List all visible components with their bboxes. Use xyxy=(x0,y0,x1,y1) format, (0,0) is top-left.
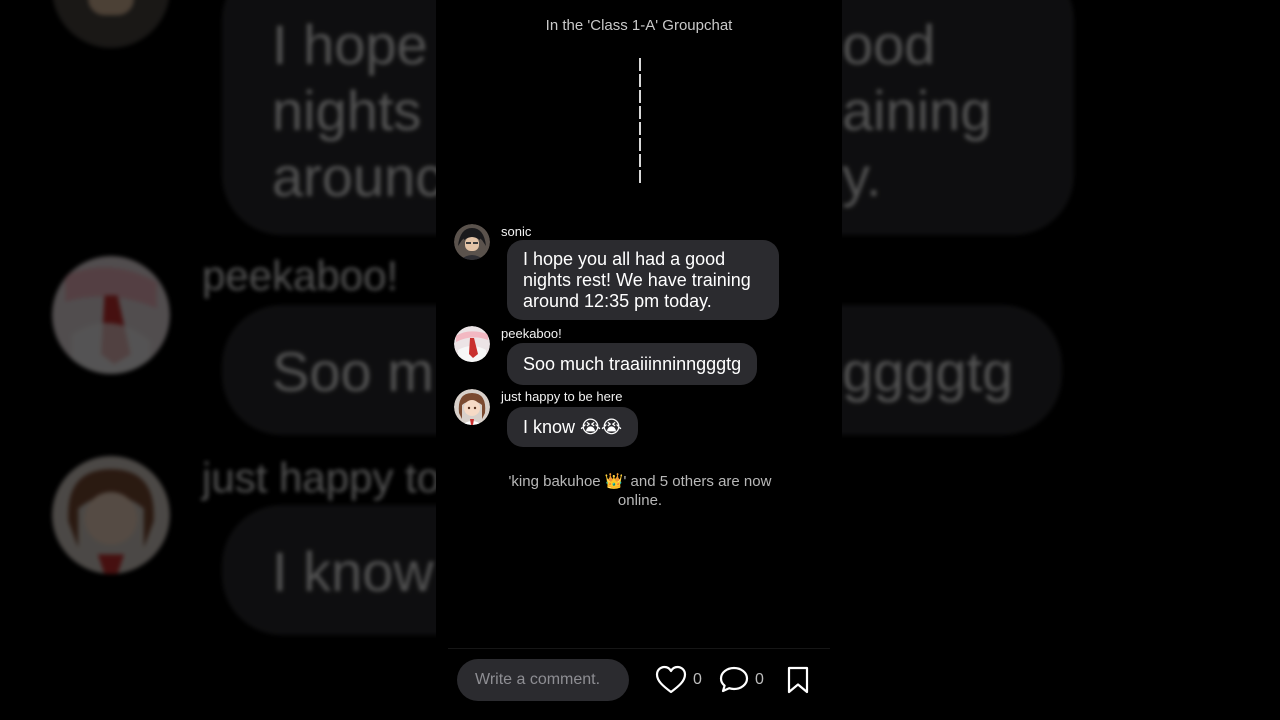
bg-text-line3: arounc xyxy=(272,145,444,208)
sender-name: peekaboo! xyxy=(501,326,562,341)
bg-text-line1: I hope xyxy=(272,13,428,76)
like-count: 0 xyxy=(693,671,702,688)
bookmark-button[interactable] xyxy=(786,664,810,696)
message-bubble[interactable]: Soo much traaiiinninngggtg xyxy=(507,343,758,385)
bg-text-line2b: aining xyxy=(842,79,992,142)
brown-haired-girl-avatar[interactable] xyxy=(454,389,490,425)
comment-button[interactable]: 0 xyxy=(719,664,764,696)
bg-text-3: I know xyxy=(272,540,434,603)
bg-avatar-1 xyxy=(52,0,170,48)
bg-avatar-2 xyxy=(52,256,170,374)
comment-input[interactable] xyxy=(457,659,629,701)
chat-screen: In the 'Class 1-A' Groupchat sonic I hop… xyxy=(436,0,842,720)
sender-name: sonic xyxy=(501,224,532,239)
bg-name-2: just happy to xyxy=(202,454,441,501)
bg-text-2b: ggggtg xyxy=(842,340,1014,403)
bg-text-line2: nights xyxy=(272,79,422,142)
dashed-divider xyxy=(639,58,641,186)
bg-text-line3b: y. xyxy=(842,145,882,208)
online-status-note: 'king bakuhoe 👑' and 5 others are now on… xyxy=(508,473,772,509)
message-item: sonic I hope you all had a good nights r… xyxy=(454,224,824,324)
bookmark-icon xyxy=(787,666,809,694)
red-tie-character-avatar[interactable] xyxy=(454,326,490,362)
message-item: peekaboo! Soo much traaiiinninngggtg xyxy=(454,326,824,385)
bg-avatar-3 xyxy=(52,456,170,574)
comment-count: 0 xyxy=(755,671,764,688)
message-bubble[interactable]: I know 😭😭 xyxy=(507,407,639,447)
bg-text-line1b: ood xyxy=(842,13,936,76)
like-button[interactable]: 0 xyxy=(655,664,702,696)
bg-name-1: peekaboo! xyxy=(202,252,399,299)
chat-title: In the 'Class 1-A' Groupchat xyxy=(545,17,733,34)
message-bubble[interactable]: I hope you all had a good nights rest! W… xyxy=(507,240,779,320)
dark-haired-character-avatar[interactable] xyxy=(454,224,490,260)
speech-bubble-icon xyxy=(719,666,749,693)
bottom-action-bar: 0 0 xyxy=(448,648,830,720)
message-item: just happy to be here I know 😭😭 xyxy=(454,389,824,447)
heart-icon xyxy=(655,665,687,694)
bg-text-2: Soo m xyxy=(272,340,434,403)
sender-name: just happy to be here xyxy=(501,389,623,404)
